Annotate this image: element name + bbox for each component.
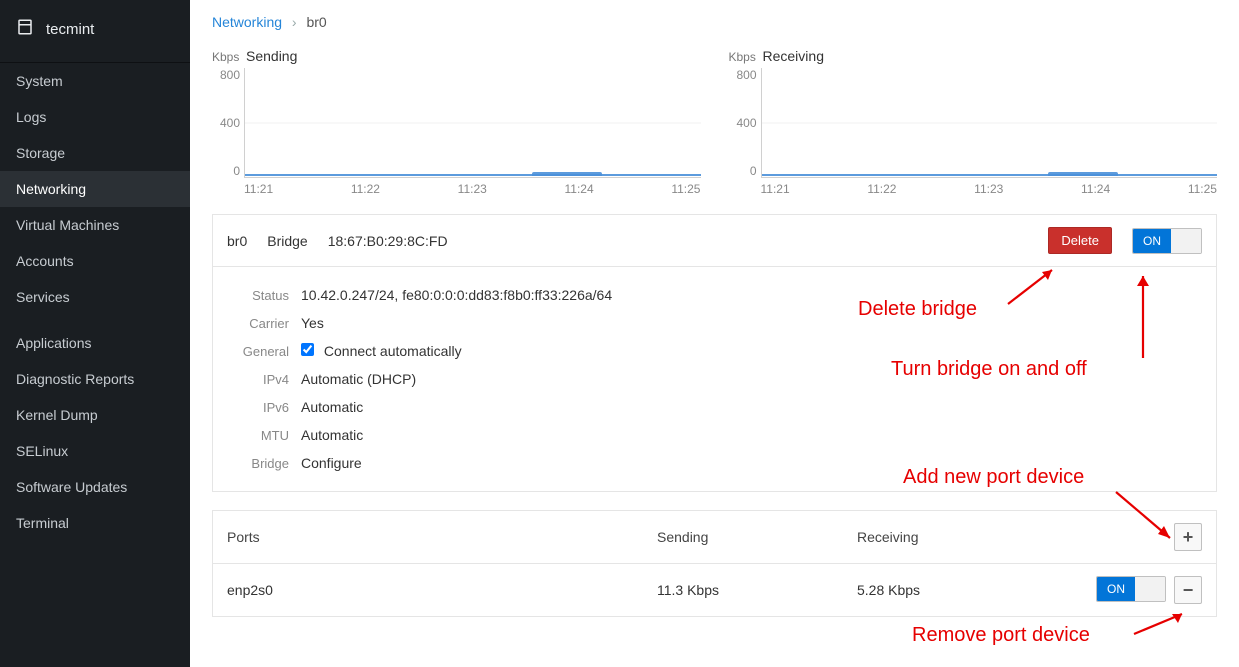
x-axis-receiving: 11:21 11:22 11:23 11:24 11:25 <box>729 178 1218 196</box>
ipv6-label: IPv6 <box>227 400 289 415</box>
status-value: 10.42.0.247/24, fe80:0:0:0:dd83:f8b0:ff3… <box>301 287 612 303</box>
chart-plot-receiving <box>761 68 1218 178</box>
chart-unit: Kbps <box>212 50 238 64</box>
mtu-label: MTU <box>227 428 289 443</box>
breadcrumb-current: br0 <box>306 14 326 30</box>
sidebar-item-software-updates[interactable]: Software Updates <box>0 469 190 505</box>
bridge-toggle-on-label: ON <box>1133 229 1171 253</box>
chart-unit: Kbps <box>729 50 755 64</box>
carrier-label: Carrier <box>227 316 289 331</box>
port-toggle[interactable]: ON <box>1096 576 1166 602</box>
charts-row: Kbps Sending 800 400 0 11:21 11:22 <box>212 48 1217 196</box>
sidebar-item-kernel-dump[interactable]: Kernel Dump <box>0 397 190 433</box>
sidebar-item-accounts[interactable]: Accounts <box>0 243 190 279</box>
sidebar-item-networking[interactable]: Networking <box>0 171 190 207</box>
server-icon <box>16 18 34 40</box>
y-axis: 800 400 0 <box>212 68 244 178</box>
breadcrumb-sep: › <box>292 14 297 30</box>
sidebar-item-applications[interactable]: Applications <box>0 325 190 361</box>
port-toggle-on-label: ON <box>1097 577 1135 601</box>
add-port-button[interactable]: + <box>1174 523 1202 551</box>
x-axis-sending: 11:21 11:22 11:23 11:24 11:25 <box>212 178 701 196</box>
breadcrumb: Networking › br0 <box>212 14 1217 30</box>
ipv4-label: IPv4 <box>227 372 289 387</box>
chart-title-sending: Sending <box>246 48 297 64</box>
bridge-configure-link[interactable]: Configure <box>301 455 362 471</box>
general-value: Connect automatically <box>301 343 462 359</box>
chart-sending: Kbps Sending 800 400 0 11:21 11:22 <box>212 48 701 196</box>
connect-auto-label: Connect automatically <box>324 343 462 359</box>
bridge-details: Status 10.42.0.247/24, fe80:0:0:0:dd83:f… <box>213 267 1216 491</box>
ipv4-link[interactable]: Automatic (DHCP) <box>301 371 416 387</box>
bridge-name: br0 <box>227 233 247 249</box>
chart-plot-sending <box>244 68 701 178</box>
sidebar: tecmint SystemLogsStorageNetworkingVirtu… <box>0 0 190 667</box>
ports-col-sending: Sending <box>657 529 857 545</box>
carrier-value: Yes <box>301 315 324 331</box>
ports-col-receiving: Receiving <box>857 529 1082 545</box>
port-receiving: 5.28 Kbps <box>857 582 1082 598</box>
bridge-panel-header: br0 Bridge 18:67:B0:29:8C:FD Delete ON <box>213 215 1216 267</box>
port-sending: 11.3 Kbps <box>657 582 857 598</box>
ipv6-link[interactable]: Automatic <box>301 399 363 415</box>
sidebar-item-selinux[interactable]: SELinux <box>0 433 190 469</box>
ports-header: Ports Sending Receiving + <box>213 511 1216 564</box>
ports-panel: Ports Sending Receiving + enp2s0 11.3 Kb… <box>212 510 1217 617</box>
bridge-mac: 18:67:B0:29:8C:FD <box>328 233 448 249</box>
bridge-panel: br0 Bridge 18:67:B0:29:8C:FD Delete ON S… <box>212 214 1217 492</box>
status-label: Status <box>227 288 289 303</box>
delete-button[interactable]: Delete <box>1048 227 1112 254</box>
sidebar-item-terminal[interactable]: Terminal <box>0 505 190 541</box>
remove-port-button[interactable]: − <box>1174 576 1202 604</box>
bridge-type: Bridge <box>267 233 307 249</box>
port-toggle-knob <box>1135 577 1165 601</box>
sidebar-host-header[interactable]: tecmint <box>0 0 190 63</box>
sidebar-item-system[interactable]: System <box>0 63 190 99</box>
sidebar-item-storage[interactable]: Storage <box>0 135 190 171</box>
mtu-link[interactable]: Automatic <box>301 427 363 443</box>
host-name: tecmint <box>46 21 94 38</box>
connect-auto-checkbox[interactable] <box>301 343 314 356</box>
main: Networking › br0 Kbps Sending 800 400 0 <box>190 0 1239 667</box>
bridge-label: Bridge <box>227 456 289 471</box>
nav: SystemLogsStorageNetworkingVirtual Machi… <box>0 63 190 541</box>
bridge-toggle-knob <box>1171 229 1201 253</box>
port-name[interactable]: enp2s0 <box>227 582 657 598</box>
chart-receiving: Kbps Receiving 800 400 0 11:21 11:22 <box>729 48 1218 196</box>
bridge-toggle[interactable]: ON <box>1132 228 1202 254</box>
sidebar-item-virtual-machines[interactable]: Virtual Machines <box>0 207 190 243</box>
sidebar-item-diagnostic-reports[interactable]: Diagnostic Reports <box>0 361 190 397</box>
sidebar-item-logs[interactable]: Logs <box>0 99 190 135</box>
sidebar-item-services[interactable]: Services <box>0 279 190 315</box>
ports-col-name: Ports <box>227 529 657 545</box>
breadcrumb-parent[interactable]: Networking <box>212 14 282 30</box>
general-label: General <box>227 344 289 359</box>
chart-title-receiving: Receiving <box>763 48 824 64</box>
table-row: enp2s0 11.3 Kbps 5.28 Kbps ON − <box>213 564 1216 616</box>
y-axis: 800 400 0 <box>729 68 761 178</box>
